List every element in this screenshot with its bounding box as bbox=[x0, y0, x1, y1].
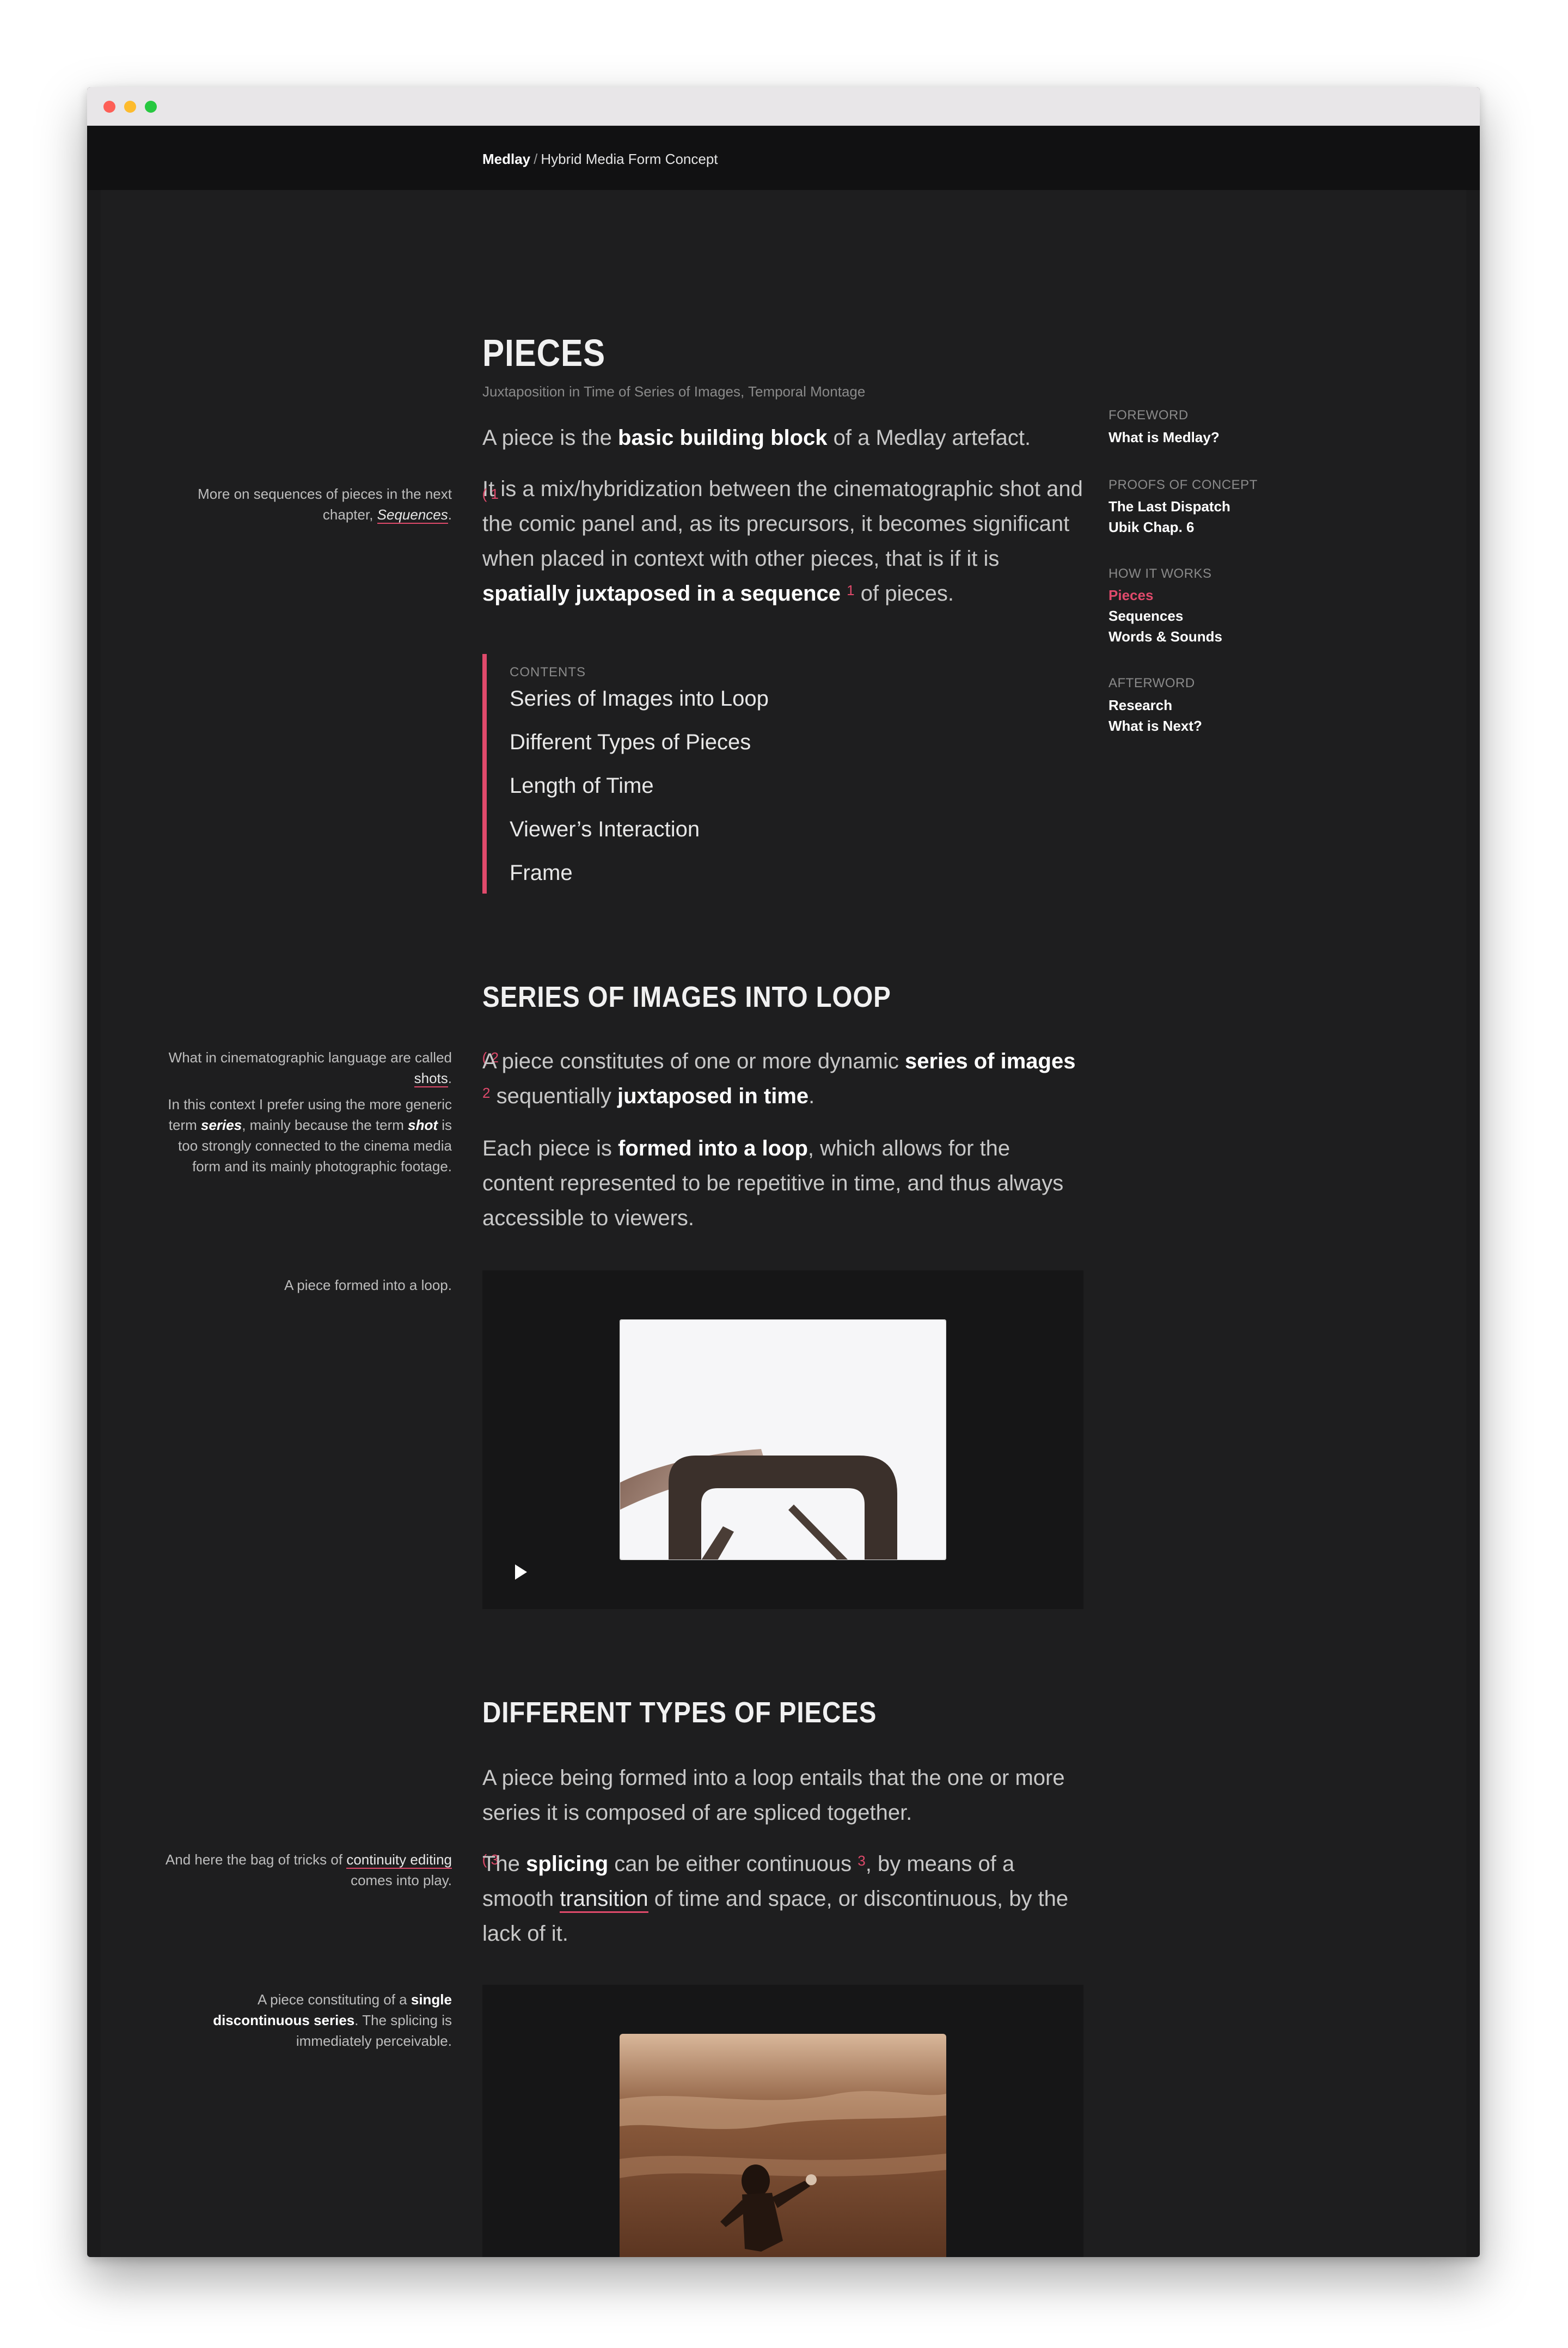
nav-item-words-sounds[interactable]: Words & Sounds bbox=[1108, 628, 1222, 645]
site-header: Medlay / Hybrid Media Form Concept bbox=[87, 126, 1480, 190]
nav-category-afterword: AFTERWORD bbox=[1108, 676, 1195, 690]
section-heading-types: DIFFERENT TYPES OF PIECES bbox=[482, 1696, 877, 1729]
intro-paragraph-1: A piece is the basic building block of a… bbox=[482, 420, 1087, 455]
nav-category-foreword: FOREWORD bbox=[1108, 408, 1189, 423]
text: It is a mix/hybridization between the ci… bbox=[482, 477, 1083, 571]
footnote-ref-2[interactable]: 2 bbox=[482, 1085, 490, 1101]
figure-caption-1: A piece formed into a loop. [ 1 bbox=[158, 1275, 499, 1295]
note-emphasis: shot bbox=[408, 1117, 438, 1133]
nav-item-pieces[interactable]: Pieces bbox=[1108, 587, 1153, 604]
browser-window: Medlay / Hybrid Media Form Concept PIECES … bbox=[87, 87, 1480, 2257]
transition-link[interactable]: transition bbox=[560, 1887, 648, 1913]
text: can be either continuous bbox=[608, 1852, 858, 1876]
margin-note-3: And here the bag of tricks of continuity… bbox=[158, 1849, 499, 1891]
margin-note-2: What in cinematographic language are cal… bbox=[158, 1047, 499, 1177]
section1-paragraph-2: Each piece is formed into a loop, which … bbox=[482, 1131, 1087, 1236]
video-player-1[interactable] bbox=[482, 1270, 1083, 1609]
breadcrumb: Medlay / Hybrid Media Form Concept bbox=[482, 151, 718, 168]
text: sequentially bbox=[490, 1084, 617, 1108]
title-bar bbox=[87, 87, 1480, 126]
close-window-button[interactable] bbox=[103, 101, 115, 113]
contents-item-types[interactable]: Different Types of Pieces bbox=[510, 730, 751, 755]
continuity-editing-link[interactable]: continuity editing bbox=[346, 1851, 452, 1869]
contents-item-length[interactable]: Length of Time bbox=[510, 774, 654, 798]
section-heading-series: SERIES OF IMAGES INTO LOOP bbox=[482, 981, 891, 1013]
sequences-link[interactable]: Sequences bbox=[377, 506, 448, 524]
video-frame-2 bbox=[620, 2034, 946, 2257]
emphasis: juxtaposed in time bbox=[617, 1084, 809, 1108]
note-marker: ( 1 bbox=[482, 486, 499, 502]
breadcrumb-separator: / bbox=[534, 151, 538, 167]
contents-item-frame[interactable]: Frame bbox=[510, 861, 573, 885]
contents-box: CONTENTS Series of Images into Loop Diff… bbox=[482, 654, 792, 894]
text: A piece constitutes of one or more dynam… bbox=[482, 1049, 905, 1073]
shots-link[interactable]: shots bbox=[414, 1070, 448, 1087]
nav-item-ubik[interactable]: Ubik Chap. 6 bbox=[1108, 519, 1194, 536]
nav-item-last-dispatch[interactable]: The Last Dispatch bbox=[1108, 498, 1230, 515]
minimize-window-button[interactable] bbox=[124, 101, 136, 113]
emphasis: series of images bbox=[904, 1049, 1076, 1073]
nav-item-research[interactable]: Research bbox=[1108, 697, 1172, 714]
text: A piece is the bbox=[482, 426, 618, 450]
breadcrumb-current: Hybrid Media Form Concept bbox=[541, 151, 718, 167]
nav-category-proofs: PROOFS OF CONCEPT bbox=[1108, 478, 1258, 492]
emphasis: basic building block bbox=[618, 426, 828, 450]
video-frame-1 bbox=[620, 1319, 946, 1560]
maximize-window-button[interactable] bbox=[145, 101, 157, 113]
note-text: What in cinematographic language are cal… bbox=[168, 1049, 452, 1066]
nav-item-what-is-medlay[interactable]: What is Medlay? bbox=[1108, 429, 1220, 446]
note-text: . bbox=[448, 506, 452, 523]
section2-paragraph-1: A piece being formed into a loop entails… bbox=[482, 1766, 1065, 1825]
breadcrumb-home-link[interactable]: Medlay bbox=[482, 151, 530, 167]
text: of a Medlay artefact. bbox=[827, 426, 1031, 450]
note-text: And here the bag of tricks of bbox=[165, 1851, 347, 1868]
emphasis: spatially juxtaposed in a sequence bbox=[482, 582, 841, 606]
note-text: comes into play. bbox=[351, 1872, 452, 1888]
page-title: PIECES bbox=[482, 332, 605, 374]
margin-note-1: More on sequences of pieces in the next … bbox=[158, 484, 499, 525]
contents-label: CONTENTS bbox=[510, 665, 586, 680]
caption-text: A piece formed into a loop. bbox=[284, 1277, 452, 1293]
nav-item-what-is-next[interactable]: What is Next? bbox=[1108, 718, 1202, 735]
video-player-2[interactable] bbox=[482, 1985, 1083, 2257]
emphasis: splicing bbox=[526, 1852, 609, 1876]
nav-category-how-it-works: HOW IT WORKS bbox=[1108, 566, 1212, 581]
page-subtitle: Juxtaposition in Time of Series of Image… bbox=[482, 383, 866, 400]
caption-text: A piece constituting of a bbox=[258, 1991, 411, 2008]
emphasis: formed into a loop bbox=[618, 1136, 808, 1160]
nav-item-sequences[interactable]: Sequences bbox=[1108, 608, 1183, 625]
footnote-ref-1[interactable]: 1 bbox=[847, 582, 854, 598]
text: The bbox=[482, 1852, 526, 1876]
note-text: . bbox=[448, 1070, 452, 1086]
figure-caption-2: A piece constituting of a single discont… bbox=[158, 1989, 499, 2051]
contents-item-interaction[interactable]: Viewer’s Interaction bbox=[510, 817, 700, 842]
contents-item-series[interactable]: Series of Images into Loop bbox=[510, 687, 769, 711]
intro-paragraph-2: It is a mix/hybridization between the ci… bbox=[482, 472, 1087, 611]
section2-paragraph-2: The splicing can be either continuous 3,… bbox=[482, 1846, 1087, 1951]
text: . bbox=[808, 1084, 815, 1108]
text: of pieces. bbox=[854, 582, 954, 606]
footnote-ref-3[interactable]: 3 bbox=[857, 1852, 865, 1869]
note-text: , mainly because the term bbox=[242, 1117, 408, 1133]
text: Each piece is bbox=[482, 1136, 618, 1160]
play-icon[interactable] bbox=[515, 1564, 527, 1580]
section1-paragraph-1: A piece constitutes of one or more dynam… bbox=[482, 1044, 1087, 1114]
note-emphasis: series bbox=[201, 1117, 242, 1133]
